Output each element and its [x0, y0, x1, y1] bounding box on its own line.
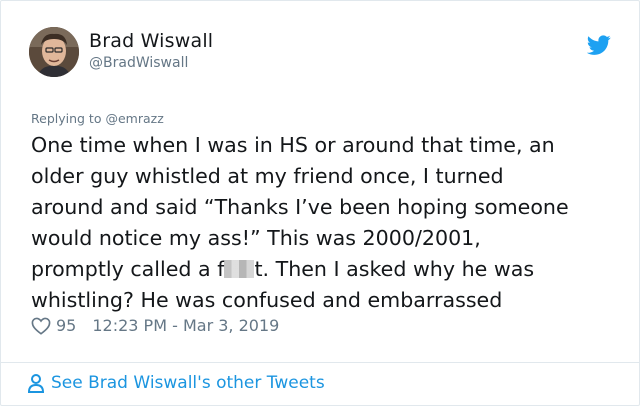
divider — [1, 362, 639, 363]
see-other-tweets-label[interactable]: See Brad Wiswall's other Tweets — [51, 373, 325, 393]
tweet-line-fragment: t. Then I asked why he was — [254, 257, 535, 281]
person-icon — [27, 374, 45, 393]
like-count: 95 — [56, 316, 77, 335]
avatar[interactable] — [29, 27, 79, 77]
twitter-bird-icon[interactable] — [586, 33, 611, 57]
author-name[interactable]: Brad Wiswall — [89, 30, 213, 52]
see-other-tweets-link[interactable]: See Brad Wiswall's other Tweets — [27, 373, 325, 393]
tweet-line: around and said “Thanks I’ve been hoping… — [31, 195, 569, 219]
replying-prefix: Replying to — [31, 111, 102, 126]
tweet-header: Brad Wiswall @BradWiswall — [29, 27, 613, 83]
replying-to-handle-link[interactable]: @emrazz — [105, 111, 163, 126]
pixelated-redaction — [224, 260, 255, 278]
tweet-timestamp[interactable]: 12:23 PM - Mar 3, 2019 — [92, 316, 279, 335]
tweet-text: One time when I was in HS or around that… — [31, 130, 621, 316]
heart-icon[interactable] — [31, 317, 51, 335]
tweet-line: One time when I was in HS or around that… — [31, 133, 555, 157]
tweet-meta: 95 12:23 PM - Mar 3, 2019 — [31, 316, 279, 335]
tweet-line-redacted: promptly called a f t. Then I asked why h… — [31, 254, 621, 285]
tweet-line: older guy whistled at my friend once, I … — [31, 164, 504, 188]
author-handle[interactable]: @BradWiswall — [89, 55, 188, 71]
embedded-tweet-card: Brad Wiswall @BradWiswall Replying to @e… — [0, 0, 640, 406]
tweet-line: would notice my ass!” This was 2000/2001… — [31, 226, 481, 250]
tweet-line-fragment: promptly called a f — [31, 257, 225, 281]
replying-to: Replying to @emrazz — [31, 111, 164, 126]
tweet-line: whistling? He was confused and embarrass… — [31, 288, 503, 312]
